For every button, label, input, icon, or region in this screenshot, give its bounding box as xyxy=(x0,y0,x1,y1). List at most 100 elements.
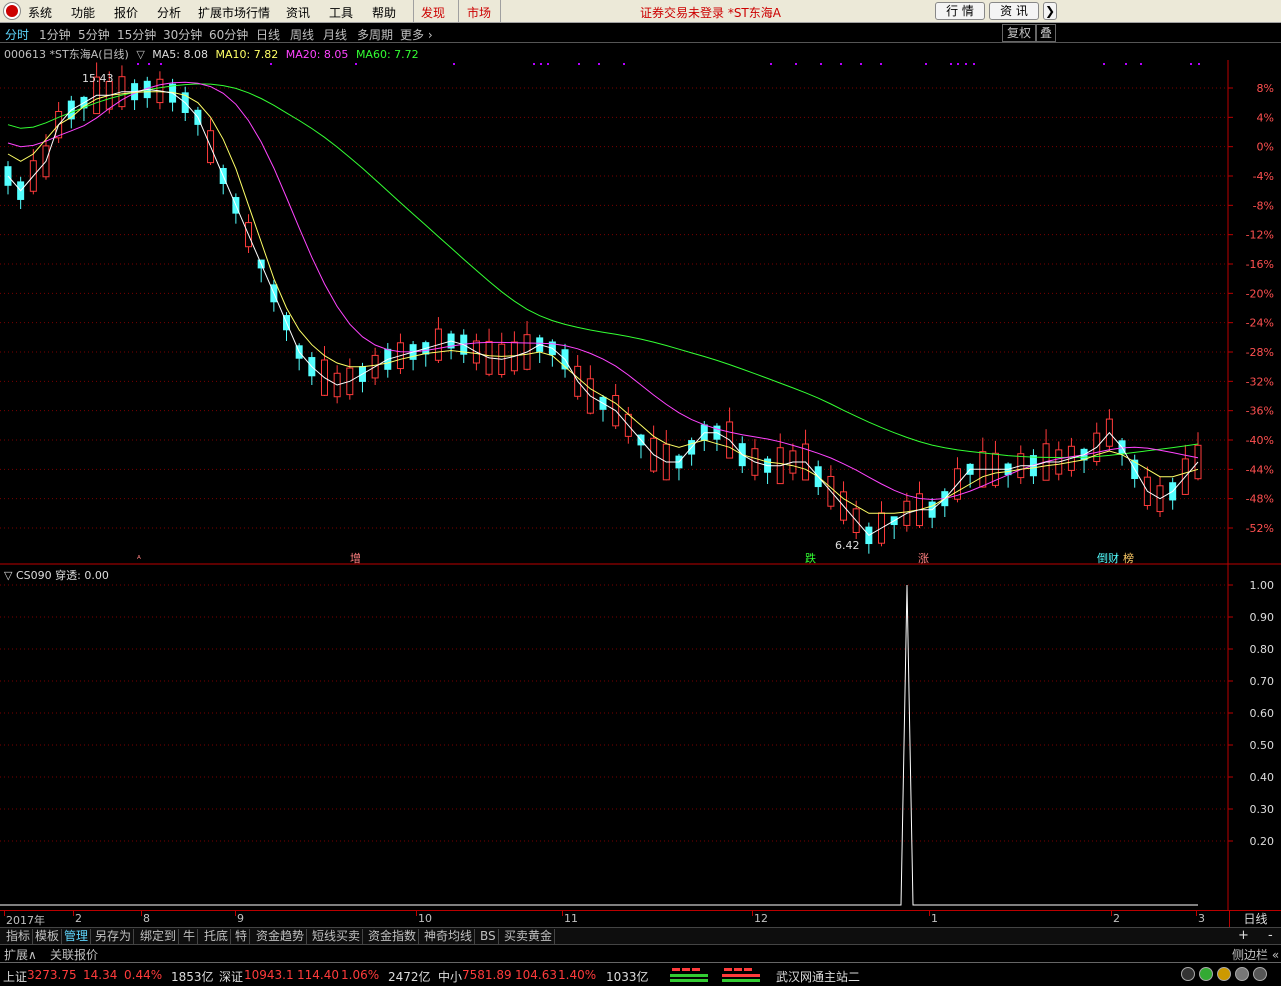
settings-icon[interactable] xyxy=(1181,967,1195,981)
period-60min[interactable]: 60分钟 xyxy=(209,26,248,43)
tab-indicator[interactable]: 指标 xyxy=(4,929,34,944)
menu-system[interactable]: 系统 xyxy=(28,4,52,21)
period-5min[interactable]: 5分钟 xyxy=(78,26,110,43)
tab-buy-sell-gold[interactable]: 买卖黄金 xyxy=(502,929,556,944)
tab-fund-trend[interactable]: 资金趋势 xyxy=(254,929,308,944)
y-tick-label: -4% xyxy=(1253,170,1274,183)
period-multi[interactable]: 多周期 xyxy=(357,26,393,43)
menu-quote[interactable]: 报价 xyxy=(114,4,138,21)
time-tick xyxy=(929,911,930,916)
sh-index-volume: 1853亿 xyxy=(171,970,214,984)
period-timeshare[interactable]: 分时 xyxy=(5,26,29,43)
tab-magic-ma[interactable]: 神奇均线 xyxy=(422,929,476,944)
sme-index-volume: 1033亿 xyxy=(606,970,649,984)
tab-fund-index[interactable]: 资金指数 xyxy=(366,929,420,944)
indicator-axis-labels: 1.00 0.90 0.80 0.70 0.60 0.50 0.40 0.30 0.20 xyxy=(1228,579,1274,848)
kline-chart[interactable]: 8% 4% 0% -4% -8% -12% -16% -20% -24% -28% -32% -36%… xyxy=(0,60,1281,565)
tab-special[interactable]: 特 xyxy=(233,929,251,944)
trading-app: 系统 功能 报价 分析 扩展市场行情 资讯 工具 帮助 发现 市场 证券交易未登… xyxy=(0,0,1281,986)
signal-dot xyxy=(1125,63,1127,65)
period-week[interactable]: 周线 xyxy=(290,26,314,43)
indicator-tick-label: 1.00 xyxy=(1250,579,1275,592)
indicator-tick-label: 0.20 xyxy=(1250,835,1275,848)
tab-save-as[interactable]: 另存为 xyxy=(93,929,135,944)
signal-dot xyxy=(533,63,535,65)
signal-dot xyxy=(1140,63,1142,65)
period-day[interactable]: 日线 xyxy=(256,26,280,43)
more-button[interactable]: ❯ xyxy=(1043,2,1057,20)
signal-dot xyxy=(840,63,842,65)
indicator-toggle-icon[interactable]: ▽ xyxy=(4,569,12,582)
period-more[interactable]: 更多 › xyxy=(400,26,433,43)
event-label-finance[interactable]: 倒财 xyxy=(1097,551,1119,565)
menu-market[interactable]: 市场 xyxy=(467,4,491,21)
tab-bull[interactable]: 牛 xyxy=(181,929,199,944)
signal-dot xyxy=(770,63,772,65)
extend-toggle[interactable]: 扩展∧ xyxy=(4,946,37,963)
event-label-rise[interactable]: 涨 xyxy=(918,552,929,565)
menu-analysis[interactable]: 分析 xyxy=(157,4,181,21)
window-icon[interactable] xyxy=(1253,967,1267,981)
ma10-line xyxy=(7,91,1199,514)
tab-short-trade[interactable]: 短线买卖 xyxy=(310,929,364,944)
menu-help[interactable]: 帮助 xyxy=(372,4,396,21)
time-label-jan: 1 xyxy=(931,912,938,925)
connection-icon[interactable] xyxy=(1199,967,1213,981)
event-label-drop[interactable]: 跌 xyxy=(805,551,816,565)
tab-bind-to[interactable]: 绑定到 xyxy=(138,929,180,944)
time-tick xyxy=(141,911,142,916)
sidebar-toggle[interactable]: 侧边栏 « xyxy=(1232,946,1279,963)
sz-index-value: 10943.1 xyxy=(244,968,294,982)
sh-index-pct: 0.44% xyxy=(124,968,163,982)
alert-icon[interactable] xyxy=(1217,967,1231,981)
login-status: 证券交易未登录 *ST东海A xyxy=(640,6,781,20)
add-tab-button[interactable]: + xyxy=(1238,928,1249,943)
quote-button[interactable]: 行 情 xyxy=(935,2,985,20)
tab-manage[interactable]: 管理 xyxy=(62,929,92,944)
indicator-info: ▽ CS090 穿透: 0.00 xyxy=(4,567,109,583)
time-tick xyxy=(416,911,417,916)
event-marker-icon[interactable]: ᴬ xyxy=(137,555,141,565)
info-icon[interactable] xyxy=(1235,967,1249,981)
indicator-tick-label: 0.60 xyxy=(1250,707,1275,720)
y-tick-label: -20% xyxy=(1246,287,1274,300)
menu-tools[interactable]: 工具 xyxy=(329,4,353,21)
signal-dot xyxy=(547,63,549,65)
y-tick-label: -48% xyxy=(1246,493,1274,506)
tab-bs[interactable]: BS xyxy=(478,929,499,944)
server-name: 武汉网通主站二 xyxy=(776,970,861,984)
indicator-tick-label: 0.80 xyxy=(1250,643,1275,656)
time-tick xyxy=(4,911,5,916)
signal-dot xyxy=(795,63,797,65)
time-tick xyxy=(1196,911,1197,916)
tab-support[interactable]: 托底 xyxy=(202,929,232,944)
menu-extended-market[interactable]: 扩展市场行情 xyxy=(198,4,270,21)
indicator-chart[interactable]: 1.00 0.90 0.80 0.70 0.60 0.50 0.40 0.30 0.20 xyxy=(0,565,1281,910)
tab-template[interactable]: 模板 xyxy=(33,929,63,944)
event-label-increase[interactable]: 增 xyxy=(350,551,361,565)
y-tick-label: -36% xyxy=(1246,405,1274,418)
signal-dot xyxy=(355,63,357,65)
news-button[interactable]: 资 讯 xyxy=(989,2,1039,20)
sh-index-value: 3273.75 xyxy=(27,968,77,982)
indicator-tick-label: 0.50 xyxy=(1250,739,1275,752)
overlay-button[interactable]: 叠加 xyxy=(1036,24,1056,42)
signal-dot xyxy=(148,63,150,65)
adjust-button[interactable]: 复权 xyxy=(1002,24,1036,42)
period-month[interactable]: 月线 xyxy=(323,26,347,43)
menu-discover[interactable]: 发现 xyxy=(421,4,445,21)
sme-index-change: 104.63 xyxy=(515,968,557,982)
period-30min[interactable]: 30分钟 xyxy=(163,26,202,43)
related-quote-tab[interactable]: 关联报价 xyxy=(50,946,98,963)
menu-function[interactable]: 功能 xyxy=(71,4,95,21)
menu-divider xyxy=(500,0,501,22)
period-15min[interactable]: 15分钟 xyxy=(117,26,156,43)
period-1min[interactable]: 1分钟 xyxy=(39,26,71,43)
sme-index-label: 中小 xyxy=(438,970,463,984)
period-indicator[interactable]: 日线 xyxy=(1229,911,1281,928)
time-tick xyxy=(73,911,74,916)
event-label-list[interactable]: 榜 xyxy=(1123,551,1134,565)
menu-news[interactable]: 资讯 xyxy=(286,4,310,21)
y-tick-label: -40% xyxy=(1246,434,1274,447)
remove-tab-button[interactable]: - xyxy=(1268,928,1273,943)
